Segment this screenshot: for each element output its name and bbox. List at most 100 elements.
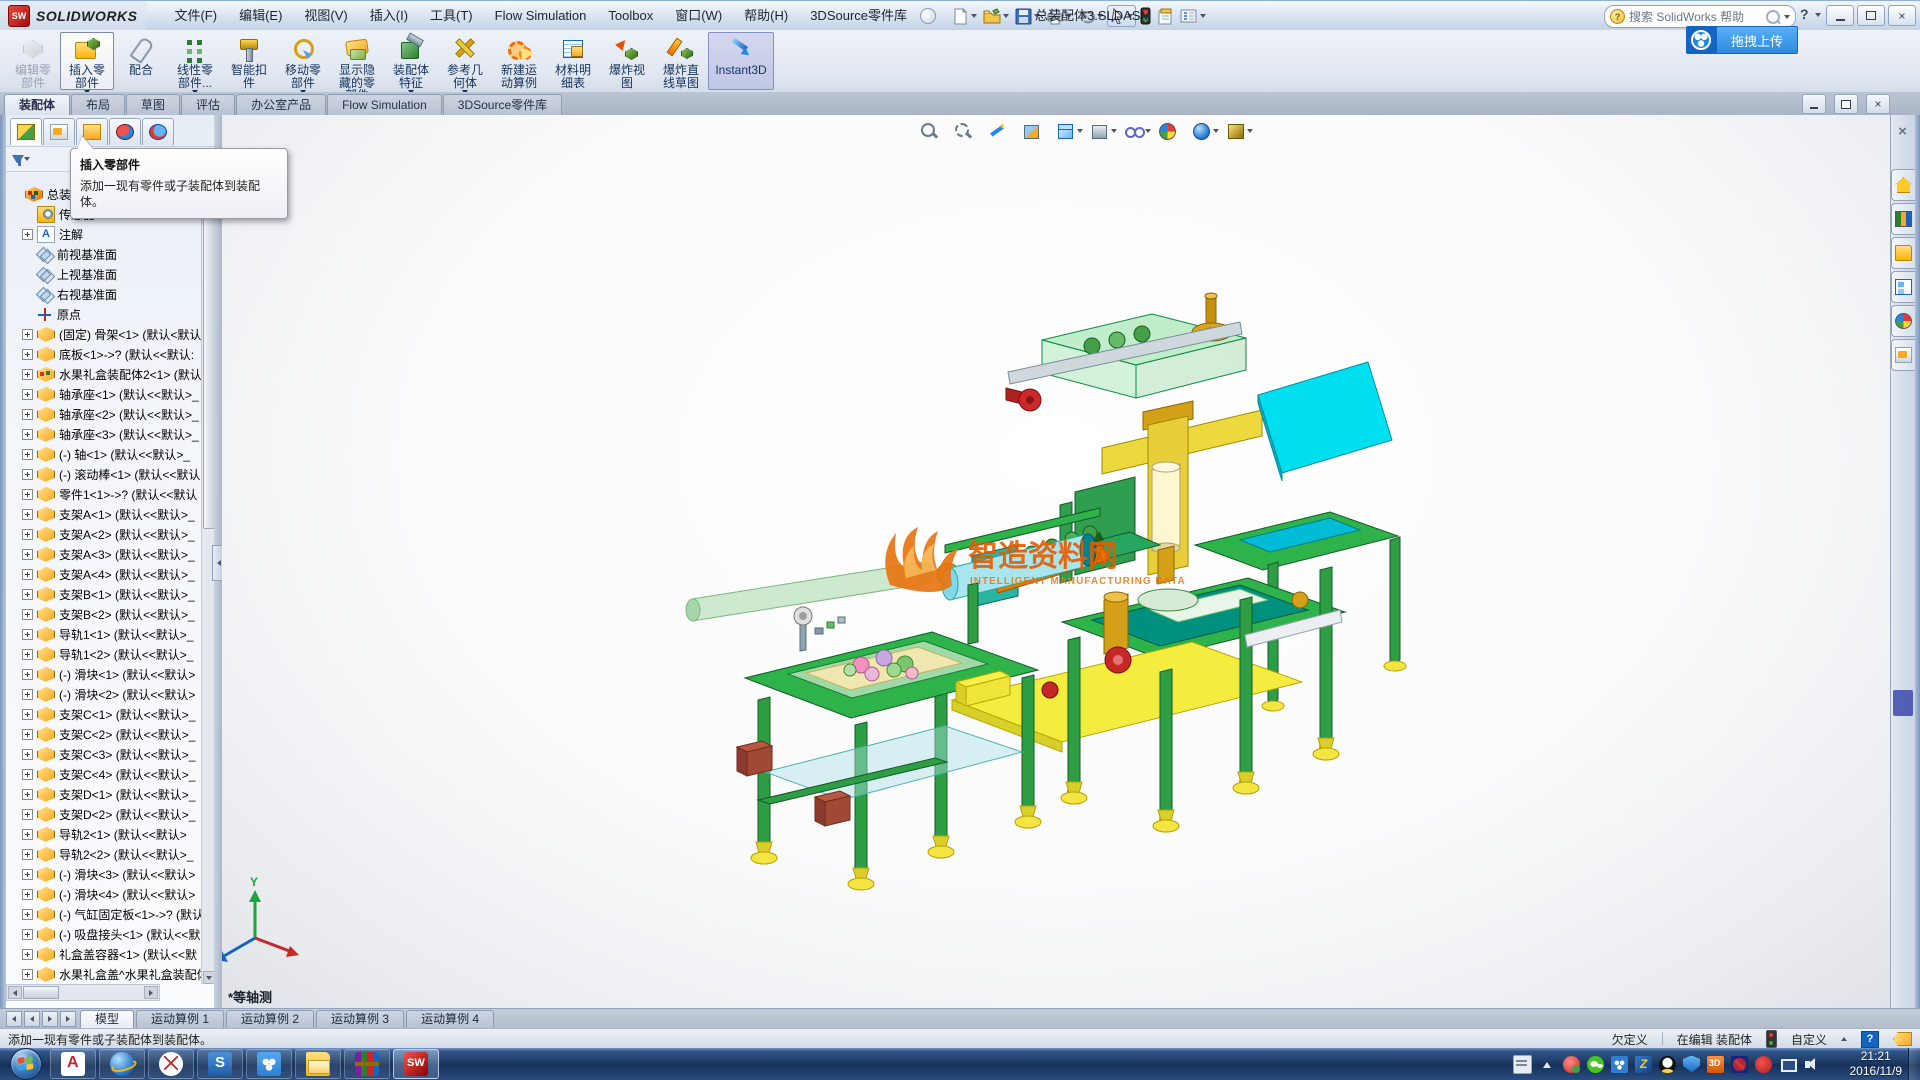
taskbar-app-button[interactable] [295, 1049, 341, 1079]
tag-icon[interactable] [1893, 1032, 1912, 1046]
tree-row[interactable]: (-) 轴<1> (默认<<默认>_ [6, 444, 202, 464]
ribbon-button[interactable]: 编辑零部件 [6, 32, 60, 90]
expand-icon[interactable] [22, 909, 33, 920]
tree-row[interactable]: 导轨1<2> (默认<<默认>_ [6, 644, 202, 664]
tree-row[interactable]: 支架A<2> (默认<<默认>_ [6, 524, 202, 544]
tree-row[interactable]: (-) 滑块<3> (默认<<默认> [6, 864, 202, 884]
expand-icon[interactable] [22, 849, 33, 860]
tree-row[interactable]: 注解 [6, 224, 202, 244]
expand-icon[interactable] [22, 489, 33, 500]
task-pane-tab[interactable] [1891, 169, 1915, 201]
tr-volume-icon[interactable] [1803, 1056, 1820, 1073]
task-pane-tab[interactable] [1891, 237, 1915, 269]
command-tab[interactable]: 办公室产品 [236, 94, 326, 115]
tr-hp-audio-icon[interactable] [1755, 1056, 1772, 1073]
next-study-icon[interactable] [42, 1011, 58, 1027]
taskbar-app-button[interactable] [393, 1049, 439, 1079]
filter-icon[interactable] [12, 155, 24, 163]
tr-sogou-input-icon[interactable] [1635, 1056, 1652, 1073]
tree-row[interactable]: 支架A<4> (默认<<默认>_ [6, 564, 202, 584]
menu-item[interactable]: 帮助(H) [733, 2, 799, 30]
ribbon-button[interactable]: Instant3D [708, 32, 774, 90]
graphics-viewport[interactable]: 智造资料网 INTELLIGENT MANUFACTURING DATA Y Z… [222, 115, 1890, 1008]
close-button[interactable]: × [1888, 5, 1916, 26]
tree-row[interactable]: (-) 滑块<1> (默认<<默认> [6, 664, 202, 684]
task-pane-tab[interactable] [1891, 305, 1915, 337]
expand-icon[interactable] [22, 229, 33, 240]
ribbon-button[interactable]: 显示隐藏的零部件 [330, 32, 384, 90]
expand-icon[interactable] [22, 369, 33, 380]
study-tab[interactable]: 运动算例 2 [226, 1010, 314, 1028]
menu-item[interactable]: Flow Simulation [484, 2, 598, 30]
help-dropdown-icon[interactable] [1815, 13, 1821, 17]
expand-icon[interactable] [22, 589, 33, 600]
drag-upload-label[interactable]: 拖拽上传 [1716, 26, 1798, 54]
tree-row[interactable]: (-) 气缸固定板<1>->? (默认 [6, 904, 202, 924]
tree-row[interactable]: 前视基准面 [6, 244, 202, 264]
search-input[interactable]: 搜索 SolidWorks 帮助 [1629, 8, 1762, 25]
last-study-icon[interactable] [60, 1011, 76, 1027]
scroll-left-icon[interactable] [8, 986, 22, 999]
tree-row[interactable]: 支架C<1> (默认<<默认>_ [6, 704, 202, 724]
ribbon-button[interactable]: 配合 [114, 32, 168, 90]
taskbar-clock[interactable]: 21:21 2016/11/9 [1850, 1049, 1903, 1079]
menu-item[interactable]: 文件(F) [163, 2, 228, 30]
ribbon-button[interactable]: 线性零部件... [168, 32, 222, 90]
command-tab[interactable]: 评估 [181, 94, 235, 115]
drag-upload-widget[interactable]: 拖拽上传 [1686, 26, 1798, 54]
expand-icon[interactable] [22, 749, 33, 760]
tree-row[interactable]: 支架C<3> (默认<<默认>_ [6, 744, 202, 764]
expand-icon[interactable] [22, 549, 33, 560]
expand-icon[interactable] [22, 329, 33, 340]
tr-baidupan-icon[interactable] [1611, 1056, 1628, 1073]
expand-icon[interactable] [22, 829, 33, 840]
menu-item[interactable]: 编辑(E) [228, 2, 293, 30]
taskbar-app-button[interactable] [99, 1049, 145, 1079]
tr-3d-icon[interactable] [1707, 1056, 1724, 1073]
expand-icon[interactable] [22, 469, 33, 480]
tree-row[interactable]: (-) 滑块<2> (默认<<默认> [6, 684, 202, 704]
study-tab[interactable]: 运动算例 4 [406, 1010, 494, 1028]
tab-displaymanager[interactable] [142, 118, 174, 145]
tree-row[interactable]: 上视基准面 [6, 264, 202, 284]
tr-expand-icon[interactable] [1539, 1056, 1556, 1073]
file-properties-button[interactable] [1155, 6, 1176, 27]
tree-row[interactable]: 导轨2<2> (默认<<默认>_ [6, 844, 202, 864]
tree-vertical-scrollbar[interactable] [201, 184, 214, 984]
command-tab[interactable]: 布局 [71, 94, 125, 115]
expand-icon[interactable] [22, 889, 33, 900]
prev-study-icon[interactable] [24, 1011, 40, 1027]
expand-icon[interactable] [22, 949, 33, 960]
tr-shield-icon[interactable] [1683, 1056, 1700, 1073]
expand-icon[interactable] [22, 569, 33, 580]
expand-icon[interactable] [22, 649, 33, 660]
tree-row[interactable]: 底板<1>->? (默认<<默认: [6, 344, 202, 364]
status-help-icon[interactable]: ? [1861, 1031, 1879, 1048]
maximize-button[interactable] [1857, 5, 1885, 26]
expand-icon[interactable] [22, 609, 33, 620]
ribbon-button[interactable]: 移动零部件 [276, 32, 330, 90]
menu-pin-icon[interactable] [920, 8, 936, 24]
tr-wechat-icon[interactable] [1587, 1056, 1604, 1073]
taskbar-app-button[interactable] [344, 1049, 390, 1079]
tree-row[interactable]: 支架A<3> (默认<<默认>_ [6, 544, 202, 564]
tree-row[interactable]: (-) 吸盘接头<1> (默认<<默 [6, 924, 202, 944]
open-document-button[interactable] [981, 6, 1011, 27]
options-button[interactable] [1178, 6, 1208, 26]
tree-row[interactable]: 轴承座<3> (默认<<默认>_ [6, 424, 202, 444]
scroll-right-icon[interactable] [144, 986, 158, 999]
ribbon-button[interactable]: 装配体特征 [384, 32, 438, 90]
tree-row[interactable]: 水果礼盒装配体2<1> (默认 [6, 364, 202, 384]
hscroll-thumb[interactable] [23, 986, 59, 999]
tab-propertymanager[interactable] [43, 118, 75, 145]
taskbar-app-button[interactable] [197, 1049, 243, 1079]
expand-icon[interactable] [22, 409, 33, 420]
command-tab[interactable]: 草图 [126, 94, 180, 115]
taskbar-app-button[interactable] [50, 1049, 96, 1079]
menu-item[interactable]: 工具(T) [419, 2, 484, 30]
expand-icon[interactable] [22, 449, 33, 460]
task-pane-tab[interactable] [1891, 203, 1915, 235]
task-pane-tab[interactable] [1891, 339, 1915, 371]
tr-network-icon[interactable] [1779, 1056, 1796, 1073]
menu-item[interactable]: 视图(V) [293, 2, 358, 30]
